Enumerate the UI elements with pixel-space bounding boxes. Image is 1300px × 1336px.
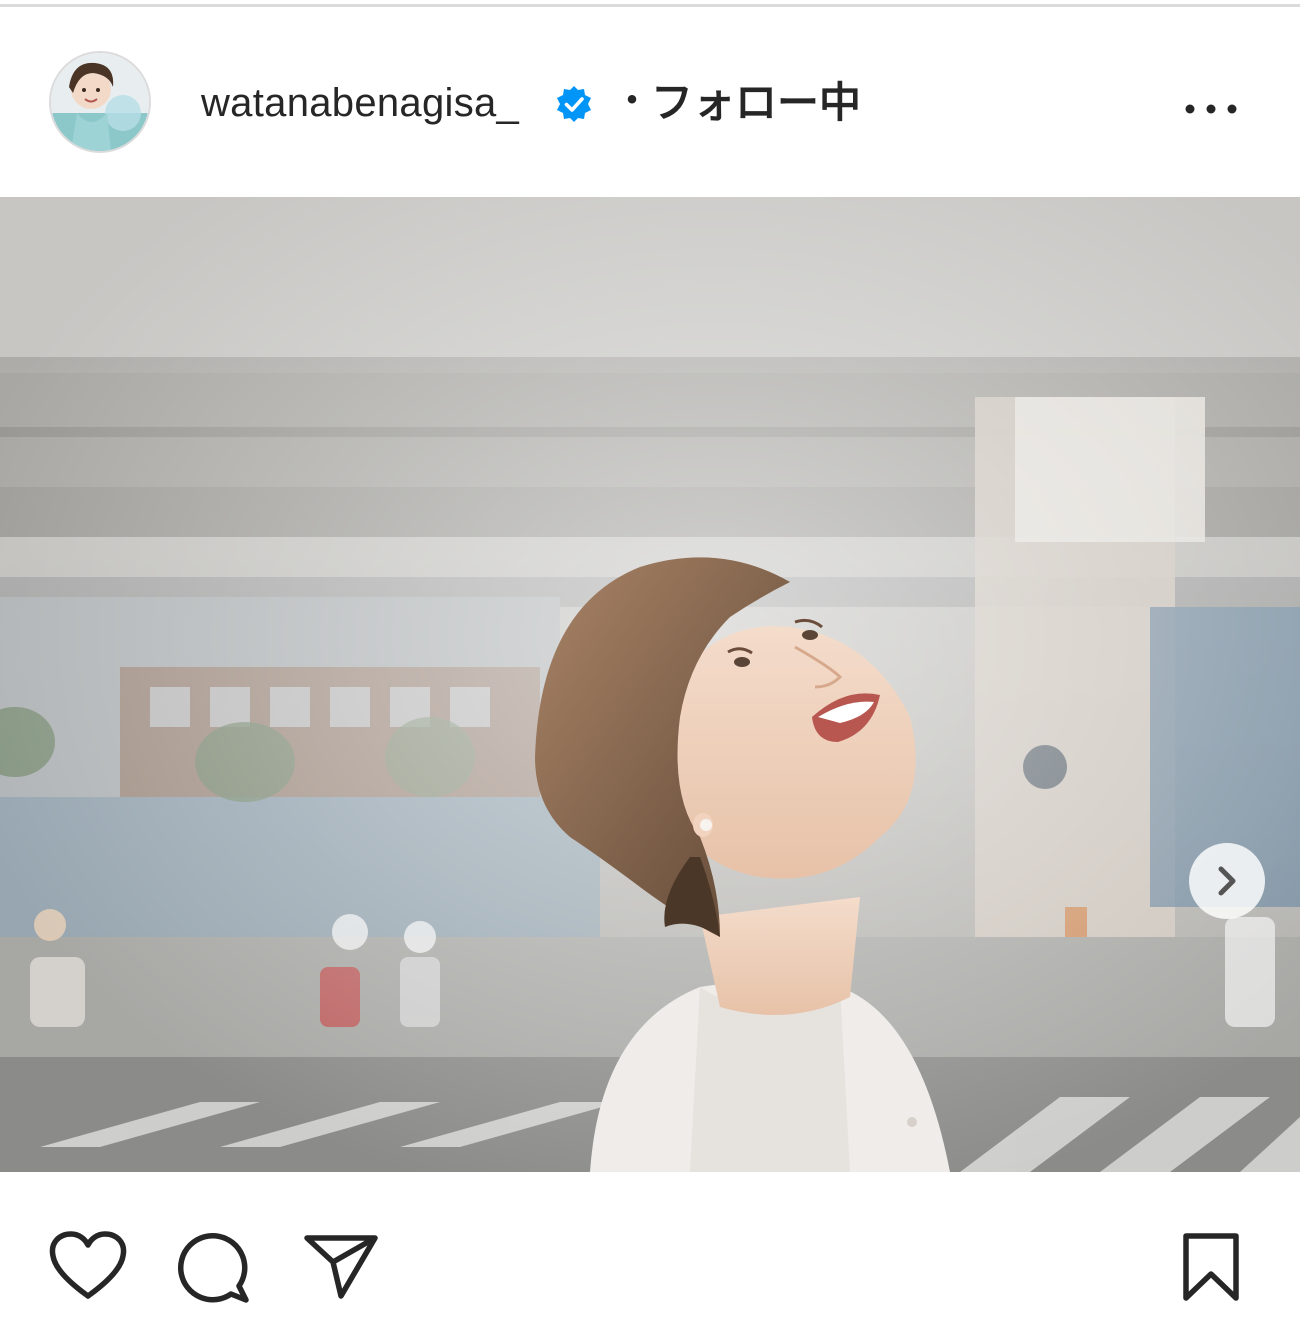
more-horizontal-icon <box>1185 104 1237 114</box>
comment-bubble-icon <box>177 1232 249 1303</box>
username[interactable]: watanabenagisa_ <box>201 81 519 125</box>
more-options-button[interactable] <box>1180 87 1244 131</box>
comment-button[interactable] <box>176 1230 252 1311</box>
share-button[interactable] <box>303 1232 379 1307</box>
avatar[interactable] <box>49 51 151 153</box>
save-button[interactable] <box>1180 1232 1242 1307</box>
chevron-right-icon <box>1218 866 1236 896</box>
instagram-post: watanabenagisa_ ・ フォロー中 <box>0 0 1300 1336</box>
paper-plane-icon <box>304 1235 378 1299</box>
verified-badge-icon <box>554 84 594 124</box>
separator-dot: ・ <box>612 79 652 123</box>
action-bar <box>0 1172 1300 1336</box>
bookmark-outline-icon <box>1183 1233 1239 1301</box>
photo <box>0 197 1300 1172</box>
post-header: watanabenagisa_ ・ フォロー中 <box>0 7 1300 197</box>
post-image[interactable] <box>0 197 1300 1172</box>
heart-outline-icon <box>49 1231 127 1299</box>
like-button[interactable] <box>48 1230 128 1307</box>
following-button[interactable]: フォロー中 <box>651 81 861 125</box>
carousel-next-button[interactable] <box>1189 843 1265 919</box>
